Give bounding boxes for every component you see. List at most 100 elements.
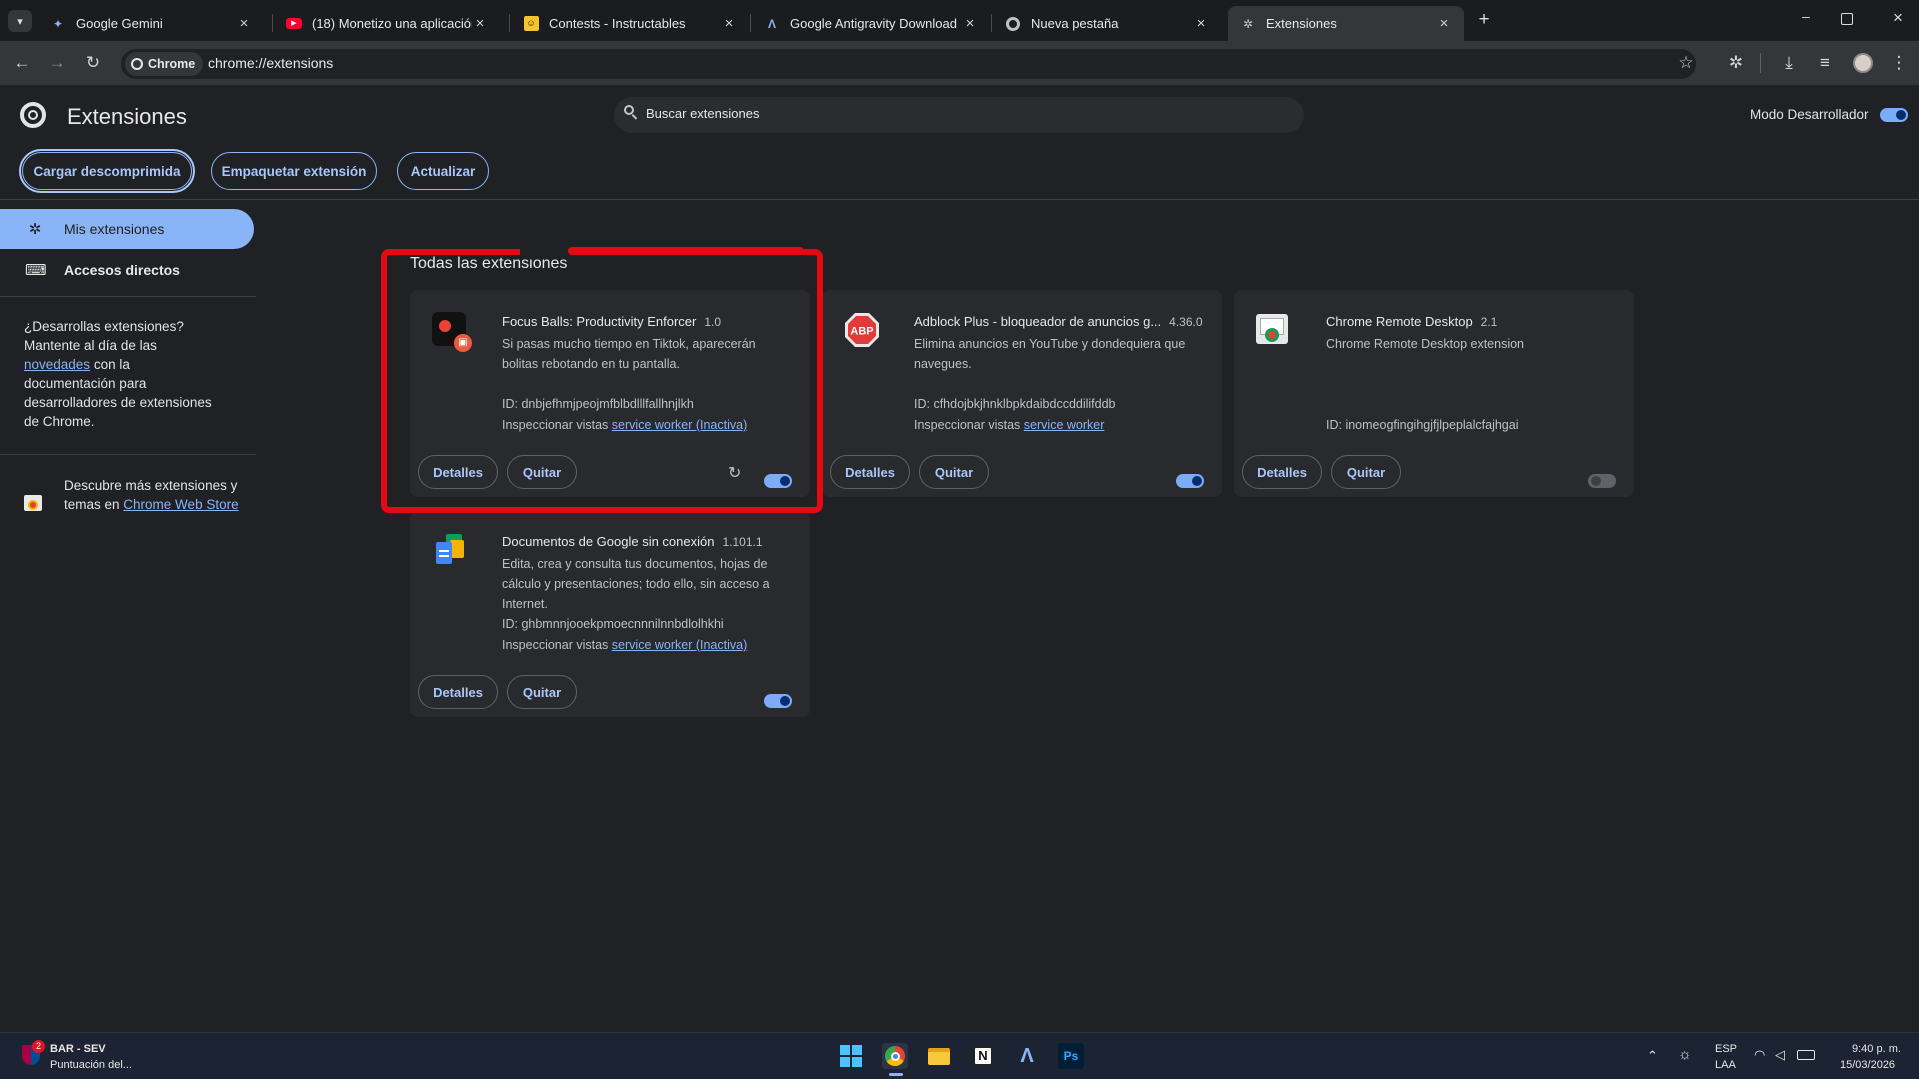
tab-search-button[interactable]: ▾ — [8, 10, 32, 32]
tab-title: Extensiones — [1266, 16, 1337, 31]
sidebar-item-label: Mis extensiones — [64, 221, 165, 237]
show-hidden-icons[interactable]: ⌃ — [1647, 1048, 1658, 1064]
url-text[interactable]: chrome://extensions — [208, 55, 333, 71]
load-unpacked-button[interactable]: Cargar descomprimida — [19, 149, 195, 193]
extension-version: 1.101.1 — [722, 535, 763, 549]
remove-button[interactable]: Quitar — [507, 455, 577, 489]
extensions-puzzle-icon[interactable]: ✲ — [1724, 51, 1748, 75]
tab-extensions[interactable]: ✲ Extensiones × — [1228, 6, 1464, 41]
sidebar-item-my-extensions[interactable]: ✲ Mis extensiones — [0, 209, 254, 249]
dev-info-text: ¿Desarrollas extensiones? Mantente al dí… — [24, 317, 224, 431]
media-queue-icon[interactable]: ≡ — [1813, 51, 1837, 75]
extensions-page — [0, 85, 1919, 1032]
service-worker-link[interactable]: service worker (Inactiva) — [612, 418, 747, 432]
extension-name: Documentos de Google sin conexión 1.101.1 — [502, 534, 763, 549]
forward-icon[interactable]: → — [45, 51, 69, 75]
windows-start-icon[interactable] — [838, 1043, 864, 1069]
extension-id: ID: cfhdojbkjhnklbpkdaibdccddilifddb — [914, 397, 1116, 411]
service-worker-link[interactable]: service worker (Inactiva) — [612, 638, 747, 652]
reload-icon[interactable]: ↻ — [728, 463, 741, 483]
header-divider — [0, 199, 1919, 200]
restore-button[interactable] — [1841, 13, 1853, 25]
chrome-icon — [1005, 16, 1021, 32]
minimize-button[interactable]: – — [1796, 8, 1816, 32]
wifi-icon[interactable]: ◠ — [1754, 1047, 1765, 1063]
photoshop-icon[interactable]: Ps — [1058, 1043, 1084, 1069]
active-app-indicator — [889, 1073, 903, 1076]
close-window-button[interactable]: × — [1888, 8, 1908, 32]
reload-icon[interactable]: ↻ — [81, 51, 105, 75]
enable-toggle[interactable] — [764, 474, 792, 488]
tab-new-tab[interactable]: Nueva pestaña × — [993, 6, 1221, 41]
enable-toggle[interactable] — [1176, 474, 1204, 488]
details-button[interactable]: Detalles — [830, 455, 910, 489]
chip-label: Chrome — [148, 57, 196, 71]
extension-description: Chrome Remote Desktop extension — [1326, 337, 1525, 351]
web-store-icon — [24, 495, 42, 511]
news-link[interactable]: novedades — [24, 357, 90, 372]
antigravity-icon: Λ — [767, 16, 776, 31]
search-input[interactable] — [646, 106, 1286, 121]
remove-button[interactable]: Quitar — [919, 455, 989, 489]
chrome-icon[interactable] — [882, 1043, 908, 1069]
notion-icon[interactable]: N — [970, 1043, 996, 1069]
details-button[interactable]: Detalles — [418, 675, 498, 709]
inspect-views: Inspeccionar vistas service worker (Inac… — [502, 638, 748, 652]
tab-antigravity[interactable]: Λ Google Antigravity Download × — [752, 6, 990, 41]
antigravity-icon[interactable]: Λ — [1014, 1043, 1040, 1069]
adblock-plus-icon: ABP — [844, 312, 879, 347]
tab-title: Google Gemini — [76, 16, 163, 31]
tab-title: (18) Monetizo una aplicación de — [312, 16, 472, 31]
close-icon[interactable]: × — [1193, 15, 1209, 32]
update-button[interactable]: Actualizar — [397, 152, 489, 190]
extension-name: Focus Balls: Productivity Enforcer 1.0 — [502, 314, 722, 329]
close-icon[interactable]: × — [236, 15, 252, 32]
close-icon[interactable]: × — [721, 15, 737, 32]
new-tab-button[interactable]: + — [1472, 9, 1496, 33]
address-bar[interactable] — [121, 49, 1696, 79]
language-region[interactable]: LAA — [1715, 1059, 1736, 1071]
sidebar-item-shortcuts[interactable]: ⌨ Accesos directos — [0, 250, 254, 290]
menu-kebab-icon[interactable]: ⋮ — [1887, 51, 1911, 75]
tab-title: Google Antigravity Download — [790, 16, 957, 31]
language-code[interactable]: ESP — [1715, 1043, 1737, 1055]
remove-button[interactable]: Quitar — [1331, 455, 1401, 489]
back-icon[interactable]: ← — [10, 51, 34, 75]
remove-button[interactable]: Quitar — [507, 675, 577, 709]
extension-card-focus-balls: ▣ Focus Balls: Productivity Enforcer 1.0 … — [410, 290, 810, 497]
bookmark-star-icon[interactable]: ☆ — [1674, 51, 1698, 75]
puzzle-icon: ✲ — [28, 221, 42, 238]
profile-avatar[interactable] — [1853, 53, 1873, 73]
tab-instructables[interactable]: ☺ Contests - Instructables × — [511, 6, 749, 41]
volume-icon[interactable]: ◁ — [1775, 1047, 1785, 1063]
highlight-gap — [520, 244, 572, 258]
tab-google-gemini[interactable]: ✦ Google Gemini × — [38, 6, 264, 41]
clock-time[interactable]: 9:40 p. m. — [1852, 1043, 1901, 1055]
keyboard-icon: ⌨ — [25, 262, 47, 279]
pack-extension-button[interactable]: Empaquetar extensión — [211, 152, 377, 190]
file-explorer-icon[interactable] — [926, 1043, 952, 1069]
close-icon[interactable]: × — [1436, 15, 1452, 32]
inspect-views: Inspeccionar vistas service worker (Inac… — [502, 418, 748, 432]
details-button[interactable]: Detalles — [418, 455, 498, 489]
tab-youtube[interactable]: ▶ (18) Monetizo una aplicación de × — [274, 6, 500, 41]
close-icon[interactable]: × — [472, 15, 488, 32]
web-store-link[interactable]: Chrome Web Store — [123, 497, 238, 512]
brightness-icon[interactable]: ☼ — [1678, 1046, 1692, 1063]
details-button[interactable]: Detalles — [1242, 455, 1322, 489]
enable-toggle[interactable] — [764, 694, 792, 708]
chrome-icon — [131, 58, 143, 70]
close-icon[interactable]: × — [962, 15, 978, 32]
service-worker-link[interactable]: service worker — [1024, 418, 1105, 432]
battery-icon[interactable] — [1797, 1050, 1815, 1060]
chrome-chip[interactable]: Chrome — [125, 52, 204, 76]
notification-badge: 2 — [32, 1040, 45, 1053]
clock-date[interactable]: 15/03/2026 — [1840, 1059, 1895, 1071]
download-icon[interactable]: ⤓ — [1777, 51, 1801, 75]
tab-separator — [750, 14, 751, 32]
extension-description: Si pasas mucho tiempo en Tiktok, aparece… — [502, 337, 756, 371]
instructables-icon: ☺ — [523, 16, 539, 32]
enable-toggle[interactable] — [1588, 474, 1616, 488]
extension-card-adblock-plus: ABP Adblock Plus - bloqueador de anuncio… — [822, 290, 1222, 497]
dev-mode-toggle[interactable] — [1880, 108, 1908, 122]
